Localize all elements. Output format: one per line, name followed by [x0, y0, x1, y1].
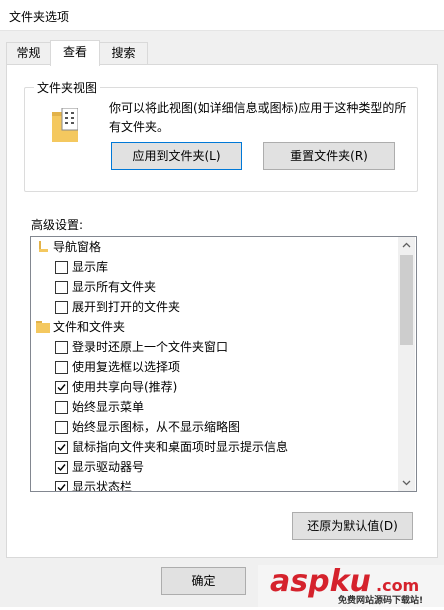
checkmark-icon: [57, 464, 66, 472]
option-label: 显示驱动器号: [72, 460, 145, 474]
folder-view-icon: [52, 108, 78, 142]
checkbox-checked[interactable]: [55, 461, 68, 474]
option-label: 登录时还原上一个文件夹窗口: [72, 340, 229, 354]
tab-view[interactable]: 查看: [50, 40, 100, 66]
restore-defaults-button[interactable]: 还原为默认值(D): [292, 512, 413, 540]
option-label: 始终显示菜单: [72, 400, 145, 414]
watermark: aspku .com 免费网站源码下载站!: [258, 564, 444, 607]
advanced-settings-list[interactable]: 导航窗格 显示库 显示所有文件夹 展开到打开的文件夹 文件和文件夹 登录时还原上…: [30, 236, 417, 492]
option-label: 使用复选框以选择项: [72, 360, 181, 374]
vertical-scrollbar[interactable]: [398, 237, 415, 491]
tab-general[interactable]: 常规: [6, 42, 51, 64]
folder-views-title: 文件夹视图: [34, 79, 101, 96]
checkbox[interactable]: [55, 421, 68, 434]
scroll-up-icon[interactable]: [398, 237, 415, 254]
option-label: 使用共享向导(推荐): [72, 380, 178, 394]
option-label: 显示库: [72, 260, 109, 274]
option-label: 始终显示图标，从不显示缩略图: [72, 420, 241, 434]
checkbox[interactable]: [55, 341, 68, 354]
folder-options-dialog: 文件夹选项 常规 查看 搜索 文件夹视图 你可以将此视图(如详细信息或图标)应用…: [0, 0, 444, 607]
checkbox-checked[interactable]: [55, 481, 68, 491]
checkbox[interactable]: [55, 301, 68, 314]
checkbox-checked[interactable]: [55, 441, 68, 454]
navigation-pane-icon: [39, 241, 48, 252]
tab-search[interactable]: 搜索: [99, 42, 148, 64]
title-bar: 文件夹选项: [0, 0, 444, 31]
option-label: 展开到打开的文件夹: [72, 300, 181, 314]
option-label: 显示所有文件夹: [72, 280, 157, 294]
watermark-logo: aspku .com 免费网站源码下载站!: [258, 564, 444, 607]
ok-button[interactable]: 确定: [161, 567, 246, 595]
checkbox[interactable]: [55, 261, 68, 274]
svg-text:.com: .com: [376, 576, 419, 595]
svg-text:免费网站源码下载站!: 免费网站源码下载站!: [338, 594, 423, 606]
checkmark-icon: [57, 444, 66, 452]
checkmark-icon: [57, 384, 66, 392]
option-label: 鼠标指向文件夹和桌面项时显示提示信息: [72, 440, 289, 454]
scrollbar-thumb[interactable]: [400, 255, 413, 345]
option-label: 显示状态栏: [72, 480, 133, 491]
reset-folders-button[interactable]: 重置文件夹(R): [263, 142, 395, 170]
advanced-settings-label: 高级设置:: [31, 218, 84, 232]
advanced-settings-items: 导航窗格 显示库 显示所有文件夹 展开到打开的文件夹 文件和文件夹 登录时还原上…: [31, 237, 398, 491]
category-label: 文件和文件夹: [53, 320, 126, 334]
checkbox[interactable]: [55, 401, 68, 414]
folder-views-description: 你可以将此视图(如详细信息或图标)应用于这种类型的所有文件夹。: [109, 101, 407, 134]
category-label: 导航窗格: [53, 240, 102, 254]
scroll-down-icon[interactable]: [398, 474, 415, 491]
checkbox[interactable]: [55, 361, 68, 374]
checkmark-icon: [57, 484, 66, 491]
checkbox-checked[interactable]: [55, 381, 68, 394]
checkbox[interactable]: [55, 281, 68, 294]
folder-icon: [36, 321, 50, 333]
apply-to-folders-button[interactable]: 应用到文件夹(L): [111, 142, 242, 170]
svg-text:aspku: aspku: [270, 565, 371, 599]
window-title: 文件夹选项: [9, 10, 70, 24]
